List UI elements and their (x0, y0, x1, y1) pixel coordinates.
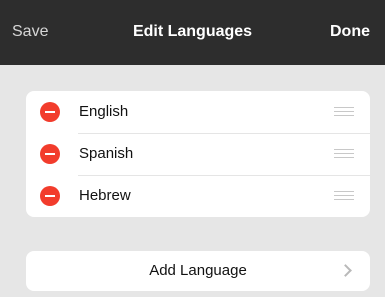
list-item: Hebrew (26, 175, 370, 217)
reorder-hebrew-drag-handle-icon[interactable] (334, 191, 354, 201)
language-label-hebrew: Hebrew (79, 187, 131, 204)
languages-list: English Spanish Hebrew (26, 91, 370, 217)
language-label-english: English (79, 103, 129, 120)
reorder-english-drag-handle-icon[interactable] (334, 107, 354, 117)
add-language-button[interactable]: Add Language (26, 251, 370, 291)
list-item: English (26, 91, 370, 133)
navigation-bar: Save Edit Languages Done (0, 0, 385, 65)
page-title: Edit Languages (132, 23, 253, 40)
delete-spanish-minus-circle-icon[interactable] (40, 144, 60, 164)
delete-english-minus-circle-icon[interactable] (40, 102, 60, 122)
reorder-spanish-drag-handle-icon[interactable] (334, 149, 354, 159)
list-item: Spanish (26, 133, 370, 175)
language-label-spanish: Spanish (79, 145, 134, 162)
delete-hebrew-minus-circle-icon[interactable] (40, 186, 60, 206)
add-language-label: Add Language (149, 262, 247, 279)
done-button[interactable]: Done (330, 22, 370, 42)
